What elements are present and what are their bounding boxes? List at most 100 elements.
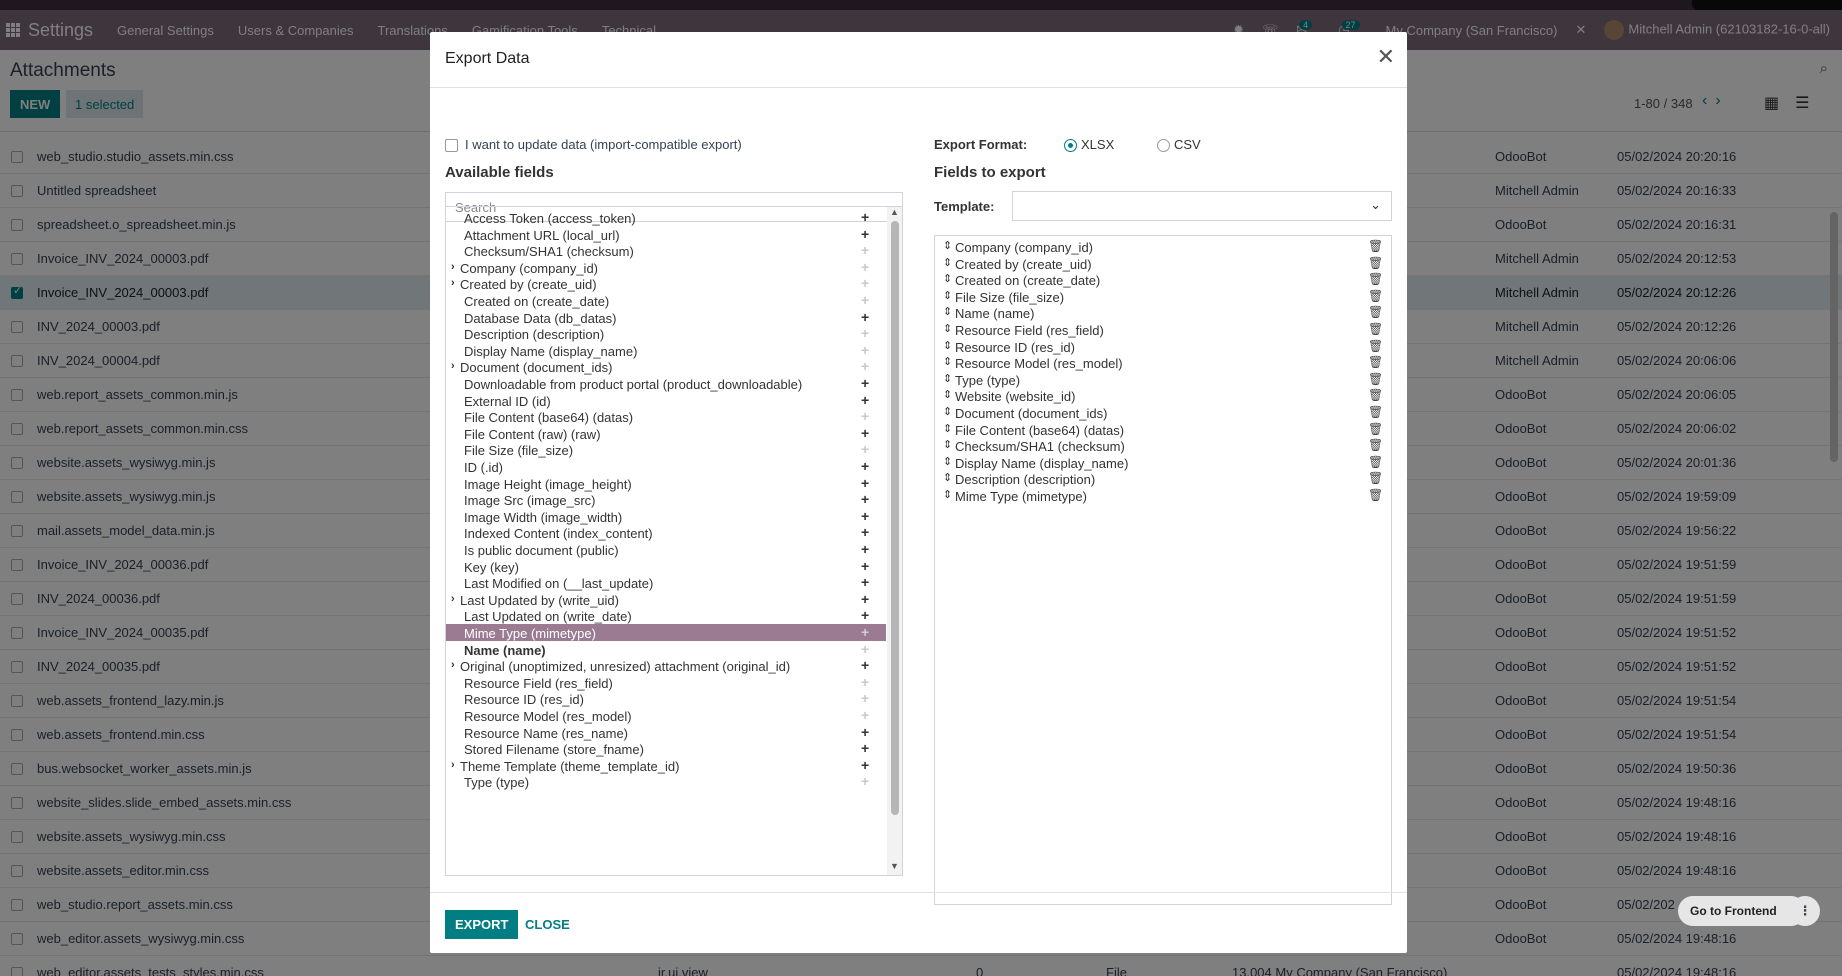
close-button[interactable]: CLOSE — [525, 917, 570, 932]
drag-handle-icon[interactable]: ⇕ — [943, 372, 952, 385]
export-field-item[interactable]: ⇕ Created on (create_date) 🗑 — [935, 271, 1391, 288]
drag-handle-icon[interactable]: ⇕ — [943, 422, 952, 435]
csv-radio[interactable] — [1157, 139, 1170, 152]
available-field-item[interactable]: Key (key) + — [446, 558, 886, 575]
export-field-item[interactable]: ⇕ Resource Field (res_field) 🗑 — [935, 321, 1391, 338]
available-field-item[interactable]: Created on (create_date) + — [446, 292, 886, 309]
export-field-item[interactable]: ⇕ Document (document_ids) 🗑 — [935, 404, 1391, 421]
export-field-item[interactable]: ⇕ Name (name) 🗑 — [935, 304, 1391, 321]
xlsx-label[interactable]: XLSX — [1081, 137, 1114, 152]
export-field-item[interactable]: ⇕ Resource ID (res_id) 🗑 — [935, 338, 1391, 355]
available-field-item[interactable]: Resource Model (res_model) + — [446, 707, 886, 724]
add-field-icon[interactable]: + — [861, 674, 869, 690]
available-field-item[interactable]: Downloadable from product portal (produc… — [446, 375, 886, 392]
available-field-item[interactable]: Mime Type (mimetype) + — [446, 624, 886, 641]
drag-handle-icon[interactable]: ⇕ — [943, 455, 952, 468]
available-field-item[interactable]: › Last Updated by (write_uid) + — [446, 591, 886, 608]
chevron-right-icon[interactable]: › — [451, 659, 455, 671]
add-field-icon[interactable]: + — [861, 607, 869, 623]
add-field-icon[interactable]: + — [861, 209, 869, 225]
drag-handle-icon[interactable]: ⇕ — [943, 272, 952, 285]
available-field-item[interactable]: Resource Field (res_field) + — [446, 674, 886, 691]
add-field-icon[interactable]: + — [861, 342, 869, 358]
drag-handle-icon[interactable]: ⇕ — [943, 471, 952, 484]
available-field-item[interactable]: Is public document (public) + — [446, 541, 886, 558]
trash-icon[interactable]: 🗑 — [1368, 272, 1383, 286]
available-field-item[interactable]: Resource Name (res_name) + — [446, 724, 886, 741]
export-button[interactable]: EXPORT — [445, 910, 519, 939]
add-field-icon[interactable]: + — [861, 657, 869, 673]
drag-handle-icon[interactable]: ⇕ — [943, 405, 952, 418]
chevron-right-icon[interactable]: › — [451, 593, 455, 605]
drag-handle-icon[interactable]: ⇕ — [943, 488, 952, 501]
trash-icon[interactable]: 🗑 — [1368, 239, 1383, 253]
trash-icon[interactable]: 🗑 — [1368, 355, 1383, 369]
available-field-item[interactable]: File Content (base64) (datas) + — [446, 408, 886, 425]
available-field-item[interactable]: ID (.id) + — [446, 458, 886, 475]
available-field-item[interactable]: Checksum/SHA1 (checksum) + — [446, 242, 886, 259]
trash-icon[interactable]: 🗑 — [1368, 471, 1383, 485]
trash-icon[interactable]: 🗑 — [1368, 372, 1383, 386]
add-field-icon[interactable]: + — [861, 358, 869, 374]
close-icon[interactable]: ✕ — [1377, 44, 1395, 70]
export-field-item[interactable]: ⇕ Resource Model (res_model) 🗑 — [935, 354, 1391, 371]
available-field-item[interactable]: › Document (document_ids) + — [446, 358, 886, 375]
add-field-icon[interactable]: + — [861, 475, 869, 491]
available-field-item[interactable]: Database Data (db_datas) + — [446, 309, 886, 326]
available-field-item[interactable]: File Content (raw) (raw) + — [446, 425, 886, 442]
trash-icon[interactable]: 🗑 — [1368, 339, 1383, 353]
add-field-icon[interactable]: + — [861, 641, 869, 657]
add-field-icon[interactable]: + — [861, 773, 869, 789]
trash-icon[interactable]: 🗑 — [1368, 322, 1383, 336]
export-field-item[interactable]: ⇕ Mime Type (mimetype) 🗑 — [935, 487, 1391, 504]
scroll-down-icon[interactable]: ▼ — [890, 861, 899, 871]
chevron-right-icon[interactable]: › — [451, 759, 455, 771]
add-field-icon[interactable]: + — [861, 325, 869, 341]
available-field-item[interactable]: › Created by (create_uid) + — [446, 275, 886, 292]
available-field-item[interactable]: Display Name (display_name) + — [446, 342, 886, 359]
trash-icon[interactable]: 🗑 — [1368, 256, 1383, 270]
available-field-item[interactable]: Type (type) + — [446, 773, 886, 790]
chevron-right-icon[interactable]: › — [451, 261, 455, 273]
trash-icon[interactable]: 🗑 — [1368, 305, 1383, 319]
import-compatible-label[interactable]: I want to update data (import-compatible… — [465, 137, 742, 152]
trash-icon[interactable]: 🗑 — [1368, 488, 1383, 502]
available-field-item[interactable]: Image Height (image_height) + — [446, 475, 886, 492]
available-field-item[interactable]: › Company (company_id) + — [446, 259, 886, 276]
available-field-item[interactable]: Stored Filename (store_fname) + — [446, 740, 886, 757]
trash-icon[interactable]: 🗑 — [1368, 388, 1383, 402]
trash-icon[interactable]: 🗑 — [1368, 405, 1383, 419]
fields-scrollbar[interactable]: ▲ ▼ — [887, 207, 902, 875]
available-field-item[interactable]: › Theme Template (theme_template_id) + — [446, 757, 886, 774]
add-field-icon[interactable]: + — [861, 309, 869, 325]
drag-handle-icon[interactable]: ⇕ — [943, 289, 952, 302]
export-field-item[interactable]: ⇕ Created by (create_uid) 🗑 — [935, 255, 1391, 272]
available-field-item[interactable]: Image Width (image_width) + — [446, 508, 886, 525]
export-field-item[interactable]: ⇕ Type (type) 🗑 — [935, 371, 1391, 388]
add-field-icon[interactable]: + — [861, 259, 869, 275]
drag-handle-icon[interactable]: ⇕ — [943, 355, 952, 368]
available-field-item[interactable]: Last Modified on (__last_update) + — [446, 574, 886, 591]
export-field-item[interactable]: ⇕ Checksum/SHA1 (checksum) 🗑 — [935, 437, 1391, 454]
xlsx-radio[interactable] — [1064, 139, 1077, 152]
available-field-item[interactable]: Image Src (image_src) + — [446, 491, 886, 508]
add-field-icon[interactable]: + — [861, 425, 869, 441]
available-field-item[interactable]: External ID (id) + — [446, 392, 886, 409]
trash-icon[interactable]: 🗑 — [1368, 438, 1383, 452]
export-field-item[interactable]: ⇕ Website (website_id) 🗑 — [935, 387, 1391, 404]
trash-icon[interactable]: 🗑 — [1368, 289, 1383, 303]
add-field-icon[interactable]: + — [861, 375, 869, 391]
export-field-item[interactable]: ⇕ Description (description) 🗑 — [935, 470, 1391, 487]
drag-handle-icon[interactable]: ⇕ — [943, 239, 952, 252]
drag-handle-icon[interactable]: ⇕ — [943, 388, 952, 401]
add-field-icon[interactable]: + — [861, 624, 869, 640]
add-field-icon[interactable]: + — [861, 591, 869, 607]
available-field-item[interactable]: Access Token (access_token) + — [446, 209, 886, 226]
add-field-icon[interactable]: + — [861, 292, 869, 308]
add-field-icon[interactable]: + — [861, 275, 869, 291]
trash-icon[interactable]: 🗑 — [1368, 455, 1383, 469]
more-options-icon[interactable]: ⋮ — [1790, 896, 1820, 926]
fields-scroll-thumb[interactable] — [891, 221, 899, 815]
add-field-icon[interactable]: + — [861, 392, 869, 408]
available-field-item[interactable]: › Original (unoptimized, unresized) attac… — [446, 657, 886, 674]
